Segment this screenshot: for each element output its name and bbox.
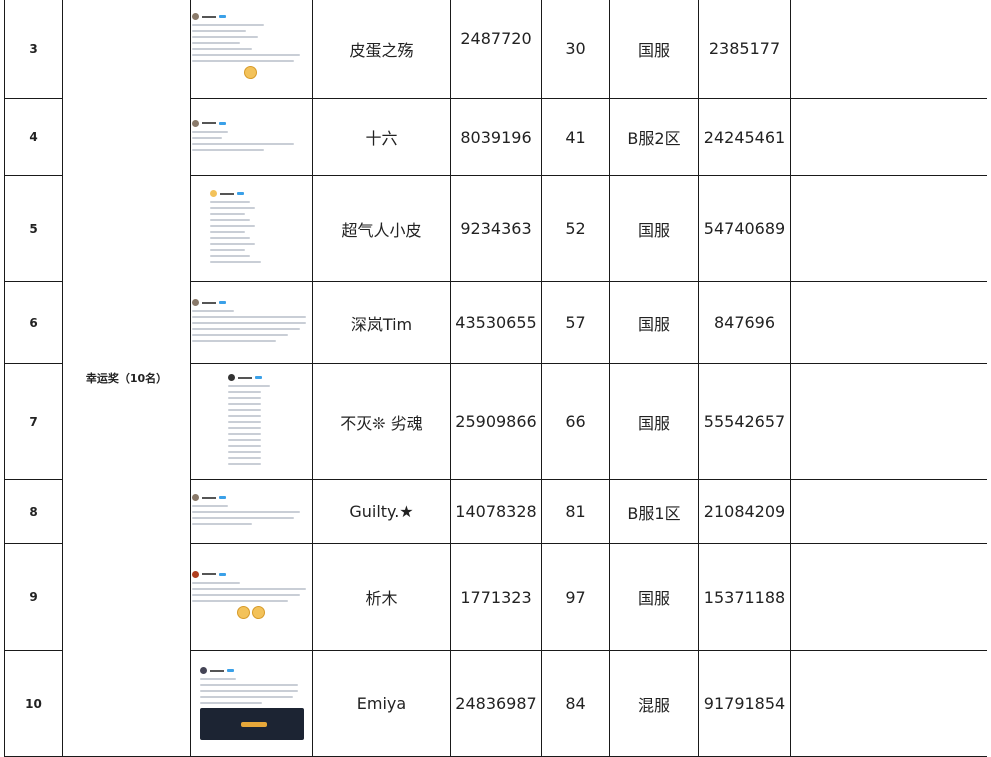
- account-cell: 91791854: [698, 650, 791, 757]
- table-row: 3 幸运奖（10名） 皮蛋之殇 2487720 30 国服 2385177: [4, 0, 987, 757]
- account-cell: 2385177: [698, 0, 791, 99]
- server-cell: 国服: [609, 543, 699, 651]
- comment-screenshot-image: [191, 119, 312, 151]
- player-name-cell: 析木: [312, 543, 451, 651]
- emoji-icon: [236, 605, 250, 619]
- blank-cell: [790, 0, 987, 99]
- rank-cell: 8: [4, 479, 63, 544]
- player-name-cell: 不灭❊ 劣魂: [312, 363, 451, 480]
- comment-screenshot-image: [191, 13, 312, 84]
- level-cell: 84: [541, 650, 610, 757]
- level-cell: 66: [541, 363, 610, 480]
- emoji-icon: [244, 66, 257, 79]
- comment-screenshot-image: [192, 374, 312, 465]
- account-cell: 21084209: [698, 479, 791, 544]
- emoji-icon: [251, 605, 265, 619]
- comment-screenshot-image: [191, 570, 312, 624]
- uid-cell: 1771323: [450, 543, 542, 651]
- level-cell: 52: [541, 175, 610, 282]
- rank-cell: 4: [4, 98, 63, 176]
- server-cell: B服2区: [609, 98, 699, 176]
- rank-cell: 7: [4, 363, 63, 480]
- account-cell: 15371188: [698, 543, 791, 651]
- account-cell: 55542657: [698, 363, 791, 480]
- uid-cell: 43530655: [450, 281, 542, 364]
- player-name-cell: 深岚Tim: [312, 281, 451, 364]
- screenshot-cell: [190, 363, 313, 480]
- comment-screenshot-image: [192, 190, 312, 263]
- player-name-cell: Emiya: [312, 650, 451, 757]
- account-cell: 847696: [698, 281, 791, 364]
- screenshot-cell: [190, 0, 313, 99]
- level-cell: 57: [541, 281, 610, 364]
- screenshot-cell: [190, 479, 313, 544]
- rank-cell: 3: [4, 0, 63, 99]
- screenshot-cell: [190, 281, 313, 364]
- account-cell: 54740689: [698, 175, 791, 282]
- player-name-cell: 十六: [312, 98, 451, 176]
- level-cell: 41: [541, 98, 610, 176]
- blank-cell: [790, 281, 987, 364]
- server-cell: 混服: [609, 650, 699, 757]
- uid-cell: 25909866: [450, 363, 542, 480]
- blank-cell: [790, 543, 987, 651]
- server-cell: 国服: [609, 281, 699, 364]
- comment-screenshot-image: [191, 299, 312, 342]
- rank-cell: 10: [4, 650, 63, 757]
- blank-cell: [790, 175, 987, 282]
- blank-cell: [790, 98, 987, 176]
- server-cell: 国服: [609, 175, 699, 282]
- level-cell: 81: [541, 479, 610, 544]
- uid-cell: 2487720: [450, 0, 542, 99]
- account-cell: 24245461: [698, 98, 791, 176]
- uid-cell: 14078328: [450, 479, 542, 544]
- screenshot-cell: [190, 175, 313, 282]
- screenshot-cell: [190, 650, 313, 757]
- comment-screenshot-image: [191, 494, 312, 525]
- uid-cell: 8039196: [450, 98, 542, 176]
- blank-cell: [790, 363, 987, 480]
- award-category-cell: 幸运奖（10名）: [62, 0, 191, 757]
- comment-screenshot-image: [199, 667, 304, 740]
- server-cell: 国服: [609, 0, 699, 99]
- screenshot-cell: [190, 98, 313, 176]
- blank-cell: [790, 650, 987, 757]
- blank-cell: [790, 479, 987, 544]
- server-cell: B服1区: [609, 479, 699, 544]
- uid-cell: 9234363: [450, 175, 542, 282]
- prize-table: 3 幸运奖（10名） 皮蛋之殇 2487720 30 国服 2385177 4: [4, 0, 987, 757]
- rank-cell: 5: [4, 175, 63, 282]
- level-cell: 30: [541, 0, 610, 99]
- server-cell: 国服: [609, 363, 699, 480]
- player-name-cell: 超气人小皮: [312, 175, 451, 282]
- player-name-cell: Guilty.★: [312, 479, 451, 544]
- screenshot-cell: [190, 543, 313, 651]
- game-screenshot-image: [199, 708, 304, 740]
- uid-cell: 24836987: [450, 650, 542, 757]
- rank-cell: 6: [4, 281, 63, 364]
- player-name-cell: 皮蛋之殇: [312, 0, 451, 99]
- rank-cell: 9: [4, 543, 63, 651]
- level-cell: 97: [541, 543, 610, 651]
